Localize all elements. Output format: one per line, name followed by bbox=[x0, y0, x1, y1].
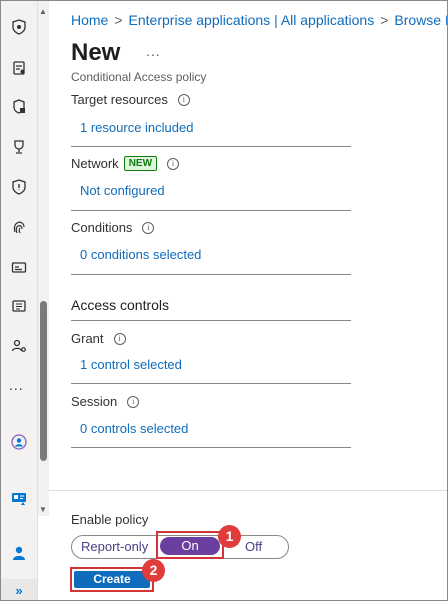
grant-text: Grant bbox=[71, 331, 104, 346]
scroll-down-arrow-icon[interactable]: ▼ bbox=[39, 505, 47, 514]
report-only-option[interactable]: Report-only bbox=[81, 539, 148, 554]
id-card-icon[interactable] bbox=[10, 258, 28, 276]
document-check-icon[interactable] bbox=[10, 59, 28, 77]
grant-label: Grant i bbox=[71, 331, 126, 346]
divider bbox=[71, 447, 351, 448]
breadcrumb-home[interactable]: Home bbox=[71, 12, 108, 28]
session-label: Session i bbox=[71, 394, 140, 409]
page-title: New bbox=[71, 39, 121, 66]
grant-link[interactable]: 1 control selected bbox=[80, 357, 182, 372]
network-label: Network NEW i bbox=[71, 156, 180, 171]
breadcrumb-browse[interactable]: Browse M bbox=[394, 12, 447, 28]
people-settings-icon[interactable] bbox=[10, 337, 28, 355]
step-badge-2: 2 bbox=[142, 559, 165, 582]
session-text: Session bbox=[71, 394, 118, 409]
more-options-button[interactable]: ... bbox=[146, 43, 161, 59]
shield-icon[interactable] bbox=[10, 178, 28, 196]
trophy-icon[interactable] bbox=[10, 138, 28, 156]
info-icon[interactable]: i bbox=[177, 93, 190, 106]
app-frame: ... » ▲ ▼ Home > Enterprise applications |… bbox=[0, 0, 448, 601]
identity-circle-icon[interactable] bbox=[10, 433, 28, 451]
divider bbox=[71, 320, 351, 321]
notes-icon[interactable] bbox=[10, 297, 28, 315]
breadcrumb-separator: > bbox=[114, 12, 123, 28]
conditions-label: Conditions i bbox=[71, 220, 155, 235]
info-icon[interactable]: i bbox=[142, 221, 155, 234]
user-icon[interactable] bbox=[10, 544, 28, 562]
identity-card-icon[interactable] bbox=[10, 489, 28, 507]
create-button[interactable]: Create bbox=[74, 571, 150, 588]
network-link[interactable]: Not configured bbox=[80, 183, 165, 198]
network-text: Network bbox=[71, 156, 119, 171]
more-icon[interactable]: ... bbox=[9, 377, 24, 393]
step-badge-1: 1 bbox=[218, 525, 241, 548]
divider bbox=[71, 274, 351, 275]
target-resources-link[interactable]: 1 resource included bbox=[80, 120, 193, 135]
breadcrumb: Home > Enterprise applications | All appli… bbox=[71, 12, 447, 28]
info-icon[interactable]: i bbox=[113, 332, 126, 345]
off-option[interactable]: Off bbox=[245, 539, 262, 554]
info-icon[interactable]: i bbox=[167, 157, 180, 170]
fingerprint-icon[interactable] bbox=[10, 218, 28, 236]
new-badge: NEW bbox=[123, 156, 158, 171]
divider bbox=[71, 210, 351, 211]
footer-divider bbox=[49, 490, 447, 491]
divider bbox=[71, 146, 351, 147]
target-resources-text: Target resources bbox=[71, 92, 168, 107]
conditions-text: Conditions bbox=[71, 220, 133, 235]
conditions-link[interactable]: 0 conditions selected bbox=[80, 247, 201, 262]
session-link[interactable]: 0 controls selected bbox=[80, 421, 188, 436]
shield-lock-icon[interactable] bbox=[10, 18, 28, 36]
divider bbox=[71, 383, 351, 384]
info-icon[interactable]: i bbox=[127, 395, 140, 408]
scroll-up-arrow-icon[interactable]: ▲ bbox=[39, 7, 47, 16]
expand-icon[interactable]: » bbox=[1, 579, 37, 600]
shield-lock-alt-icon[interactable] bbox=[10, 98, 28, 116]
on-option[interactable]: On bbox=[160, 537, 220, 555]
target-resources-label: Target resources i bbox=[71, 92, 190, 107]
enable-policy-label: Enable policy bbox=[71, 512, 149, 527]
breadcrumb-enterprise-apps[interactable]: Enterprise applications | All applicatio… bbox=[129, 12, 375, 28]
scrollbar-thumb[interactable] bbox=[40, 301, 47, 461]
page-subtitle: Conditional Access policy bbox=[71, 70, 207, 84]
breadcrumb-separator: > bbox=[380, 12, 389, 28]
left-rail: ... » bbox=[1, 1, 38, 600]
access-controls-heading: Access controls bbox=[71, 297, 170, 313]
